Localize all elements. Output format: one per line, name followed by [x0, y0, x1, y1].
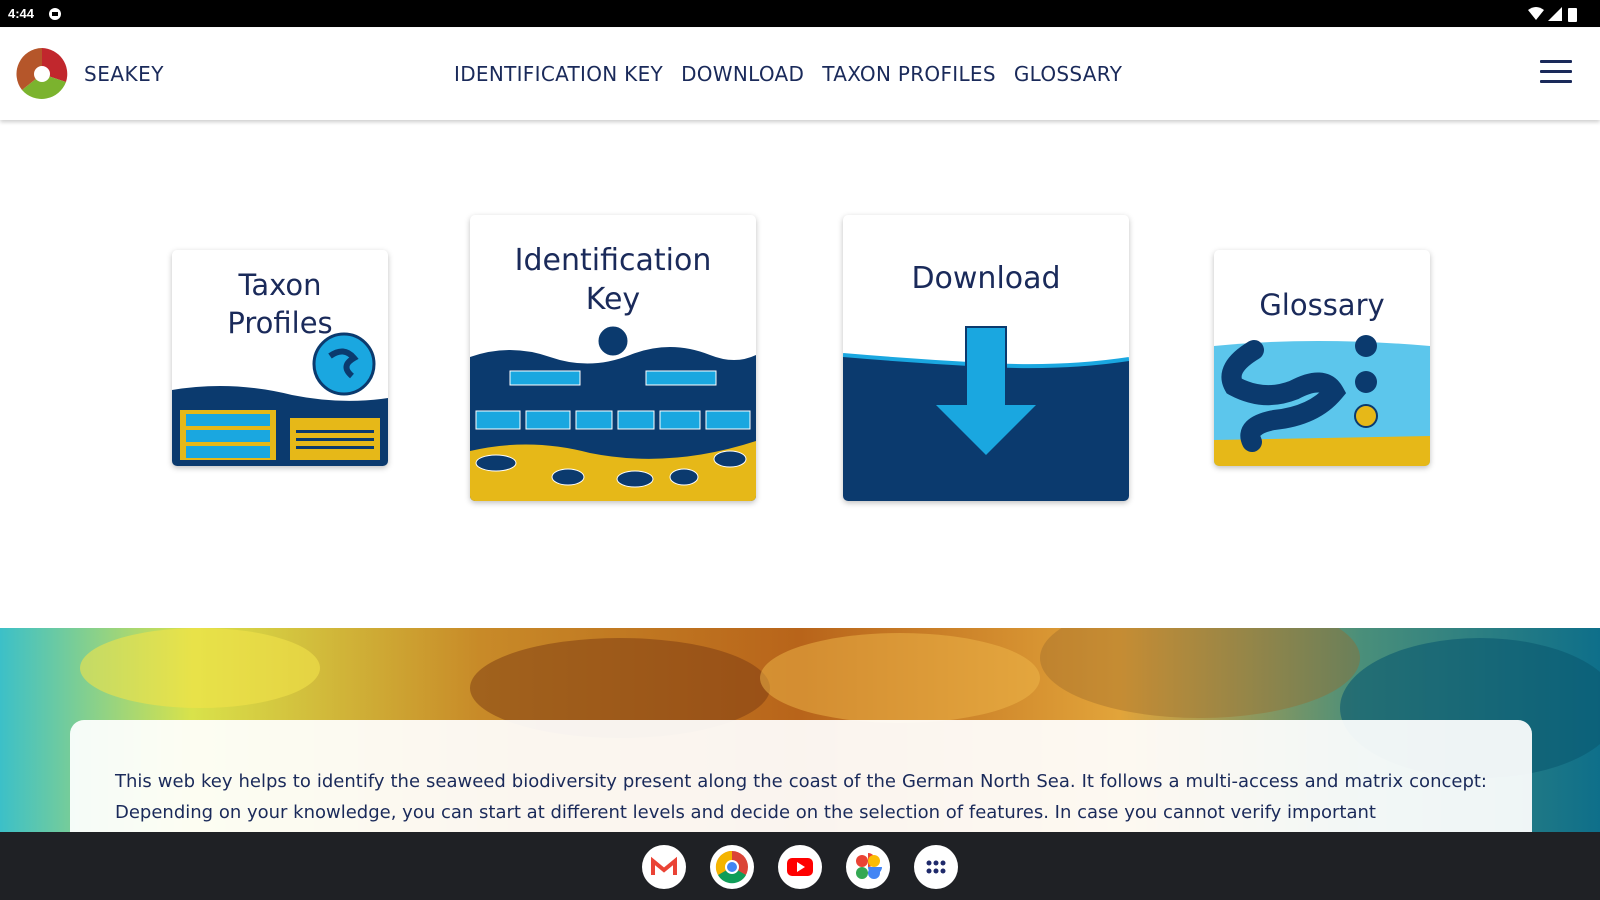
- notification-icon: [48, 7, 62, 25]
- card-download[interactable]: Download: [843, 215, 1129, 501]
- main-menu: IDENTIFICATION KEY DOWNLOAD TAXON PROFIL…: [454, 62, 1122, 86]
- intro-info-box: This web key helps to identify the seawe…: [70, 720, 1532, 832]
- battery-icon: [1568, 7, 1577, 26]
- photos-icon[interactable]: [846, 845, 890, 889]
- youtube-icon[interactable]: [778, 845, 822, 889]
- nav-download[interactable]: DOWNLOAD: [681, 62, 804, 86]
- card-glossary-title: Glossary: [1259, 288, 1385, 322]
- status-bar: 4:44: [0, 0, 1600, 27]
- glossary-illustration: [1214, 335, 1430, 466]
- app-dock: [0, 832, 1600, 900]
- card-idkey-title-line2: Key: [585, 282, 641, 317]
- apps-grid-icon[interactable]: [914, 845, 958, 889]
- card-taxon-profiles[interactable]: Taxon Profiles: [172, 250, 388, 466]
- wifi-icon: [1528, 7, 1544, 25]
- card-idkey-title-line1: Identification: [514, 243, 712, 278]
- signal-icon: [1548, 7, 1562, 25]
- brand-name[interactable]: SEAKEY: [84, 62, 164, 86]
- card-download-title: Download: [911, 261, 1061, 296]
- hamburger-menu-icon[interactable]: [1540, 60, 1572, 88]
- chrome-icon[interactable]: [710, 845, 754, 889]
- intro-text: This web key helps to identify the seawe…: [115, 771, 1487, 823]
- status-time: 4:44: [8, 6, 35, 21]
- nav-identification-key[interactable]: IDENTIFICATION KEY: [454, 62, 663, 86]
- seakey-logo[interactable]: [16, 48, 68, 100]
- gmail-icon[interactable]: [642, 845, 686, 889]
- card-taxon-title-line2: Profiles: [227, 306, 333, 340]
- card-glossary[interactable]: Glossary: [1214, 250, 1430, 466]
- card-taxon-title-line1: Taxon: [238, 268, 322, 302]
- download-illustration: [843, 326, 1129, 501]
- nav-taxon-profiles[interactable]: TAXON PROFILES: [822, 62, 996, 86]
- nav-glossary[interactable]: GLOSSARY: [1014, 62, 1122, 86]
- top-navbar: SEAKEY IDENTIFICATION KEY DOWNLOAD TAXON…: [0, 28, 1600, 120]
- card-identification-key[interactable]: Identification Key: [470, 215, 756, 501]
